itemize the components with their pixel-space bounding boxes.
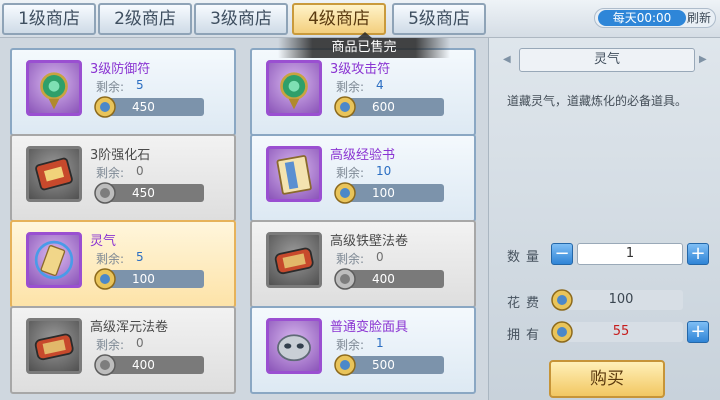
book-icon [266,146,322,202]
coin-icon [551,319,573,343]
quantity-label: 数量 [507,250,546,265]
item-card[interactable]: 3级攻击符 剩余: 4 600 [250,48,476,136]
remain-count: 1 [376,336,384,350]
sold-out-banner: 商品已售完 [278,38,450,58]
item-name: 普通变脸面具 [330,320,409,335]
cost-bar: 100 [551,289,683,311]
item-name: 灵气 [90,234,117,249]
coin-icon [94,94,116,118]
tab-level-5-shop[interactable]: 5级商店 [392,3,486,35]
mask-icon [266,318,322,374]
detail-title: 灵气 [519,48,695,72]
remain-label: 剩余: [336,252,365,266]
price-value: 100 [108,270,204,288]
item-name: 高级浑元法卷 [90,320,169,335]
coin-icon [334,266,356,290]
remain-count: 5 [136,250,144,264]
quantity-minus-button[interactable]: − [551,243,573,265]
price-value: 450 [108,184,204,202]
buy-button[interactable]: 购买 [549,360,665,398]
scroll-icon [266,232,322,288]
scroll-icon [26,318,82,374]
item-name: 高级铁壁法卷 [330,234,409,249]
price-value: 400 [108,356,204,374]
coin-icon [334,180,356,204]
tab-level-1-shop[interactable]: 1级商店 [2,3,96,35]
refresh-indicator: 每天00:00 刷新 [594,8,716,28]
item-detail-panel: ◀ 灵气 ▶ 道藏灵气，道藏炼化的必备道具。 数量 − 1 + 花费 100 拥… [488,38,720,400]
owned-value: 55 [612,324,630,339]
item-grid: 3级防御符 剩余: 5 450 3级攻击符 剩余: 4 600 3阶强化石 剩余… [0,38,488,400]
stone-icon [26,146,82,202]
owned-bar: 55 [551,321,683,343]
remain-label: 剩余: [96,338,125,352]
item-card[interactable]: 3级防御符 剩余: 5 450 [10,48,236,136]
amulet-icon [266,60,322,116]
price-value: 450 [108,98,204,116]
detail-description: 道藏灵气，道藏炼化的必备道具。 [507,94,688,108]
item-name: 高级经验书 [330,148,396,163]
item-name: 3阶强化石 [90,148,151,163]
owned-label: 拥有 [507,328,546,343]
quantity-plus-button[interactable]: + [687,243,709,265]
quantity-input[interactable]: 1 [577,243,683,265]
remain-count: 10 [376,164,392,178]
remain-count: 0 [136,164,144,178]
item-name: 3级防御符 [90,62,151,77]
cost-label: 花费 [507,296,546,311]
refresh-label: 刷新 [686,11,711,25]
remain-label: 剩余: [96,252,125,266]
coin-icon [94,180,116,204]
coin-icon [94,266,116,290]
remain-count: 0 [376,250,384,264]
item-name: 3级攻击符 [330,62,391,77]
remain-label: 剩余: [96,80,125,94]
coin-icon [94,352,116,376]
item-card[interactable]: 灵气 剩余: 5 100 [10,220,236,308]
remain-label: 剩余: [336,80,365,94]
add-currency-button[interactable]: + [687,321,709,343]
remain-label: 剩余: [336,166,365,180]
talisman-icon [26,232,82,288]
coin-icon [334,352,356,376]
title-ornament-left-icon: ◀ [503,54,511,65]
price-value: 500 [348,356,444,374]
remain-count: 4 [376,78,384,92]
remain-count: 0 [136,336,144,350]
tab-level-2-shop[interactable]: 2级商店 [98,3,192,35]
coin-icon [551,287,573,311]
remain-label: 剩余: [336,338,365,352]
tab-level-3-shop[interactable]: 3级商店 [194,3,288,35]
item-card[interactable]: 3阶强化石 剩余: 0 450 [10,134,236,222]
title-ornament-right-icon: ▶ [699,54,707,65]
cost-value: 100 [608,292,634,307]
refresh-time: 每天00:00 [598,10,686,26]
tab-level-4-shop[interactable]: 4级商店 [292,3,386,35]
price-value: 100 [348,184,444,202]
price-value: 400 [348,270,444,288]
price-value: 600 [348,98,444,116]
item-card[interactable]: 高级铁壁法卷 剩余: 0 400 [250,220,476,308]
amulet-icon [26,60,82,116]
remain-label: 剩余: [96,166,125,180]
item-card[interactable]: 高级浑元法卷 剩余: 0 400 [10,306,236,394]
coin-icon [334,94,356,118]
item-card[interactable]: 普通变脸面具 剩余: 1 500 [250,306,476,394]
remain-count: 5 [136,78,144,92]
item-card[interactable]: 高级经验书 剩余: 10 100 [250,134,476,222]
